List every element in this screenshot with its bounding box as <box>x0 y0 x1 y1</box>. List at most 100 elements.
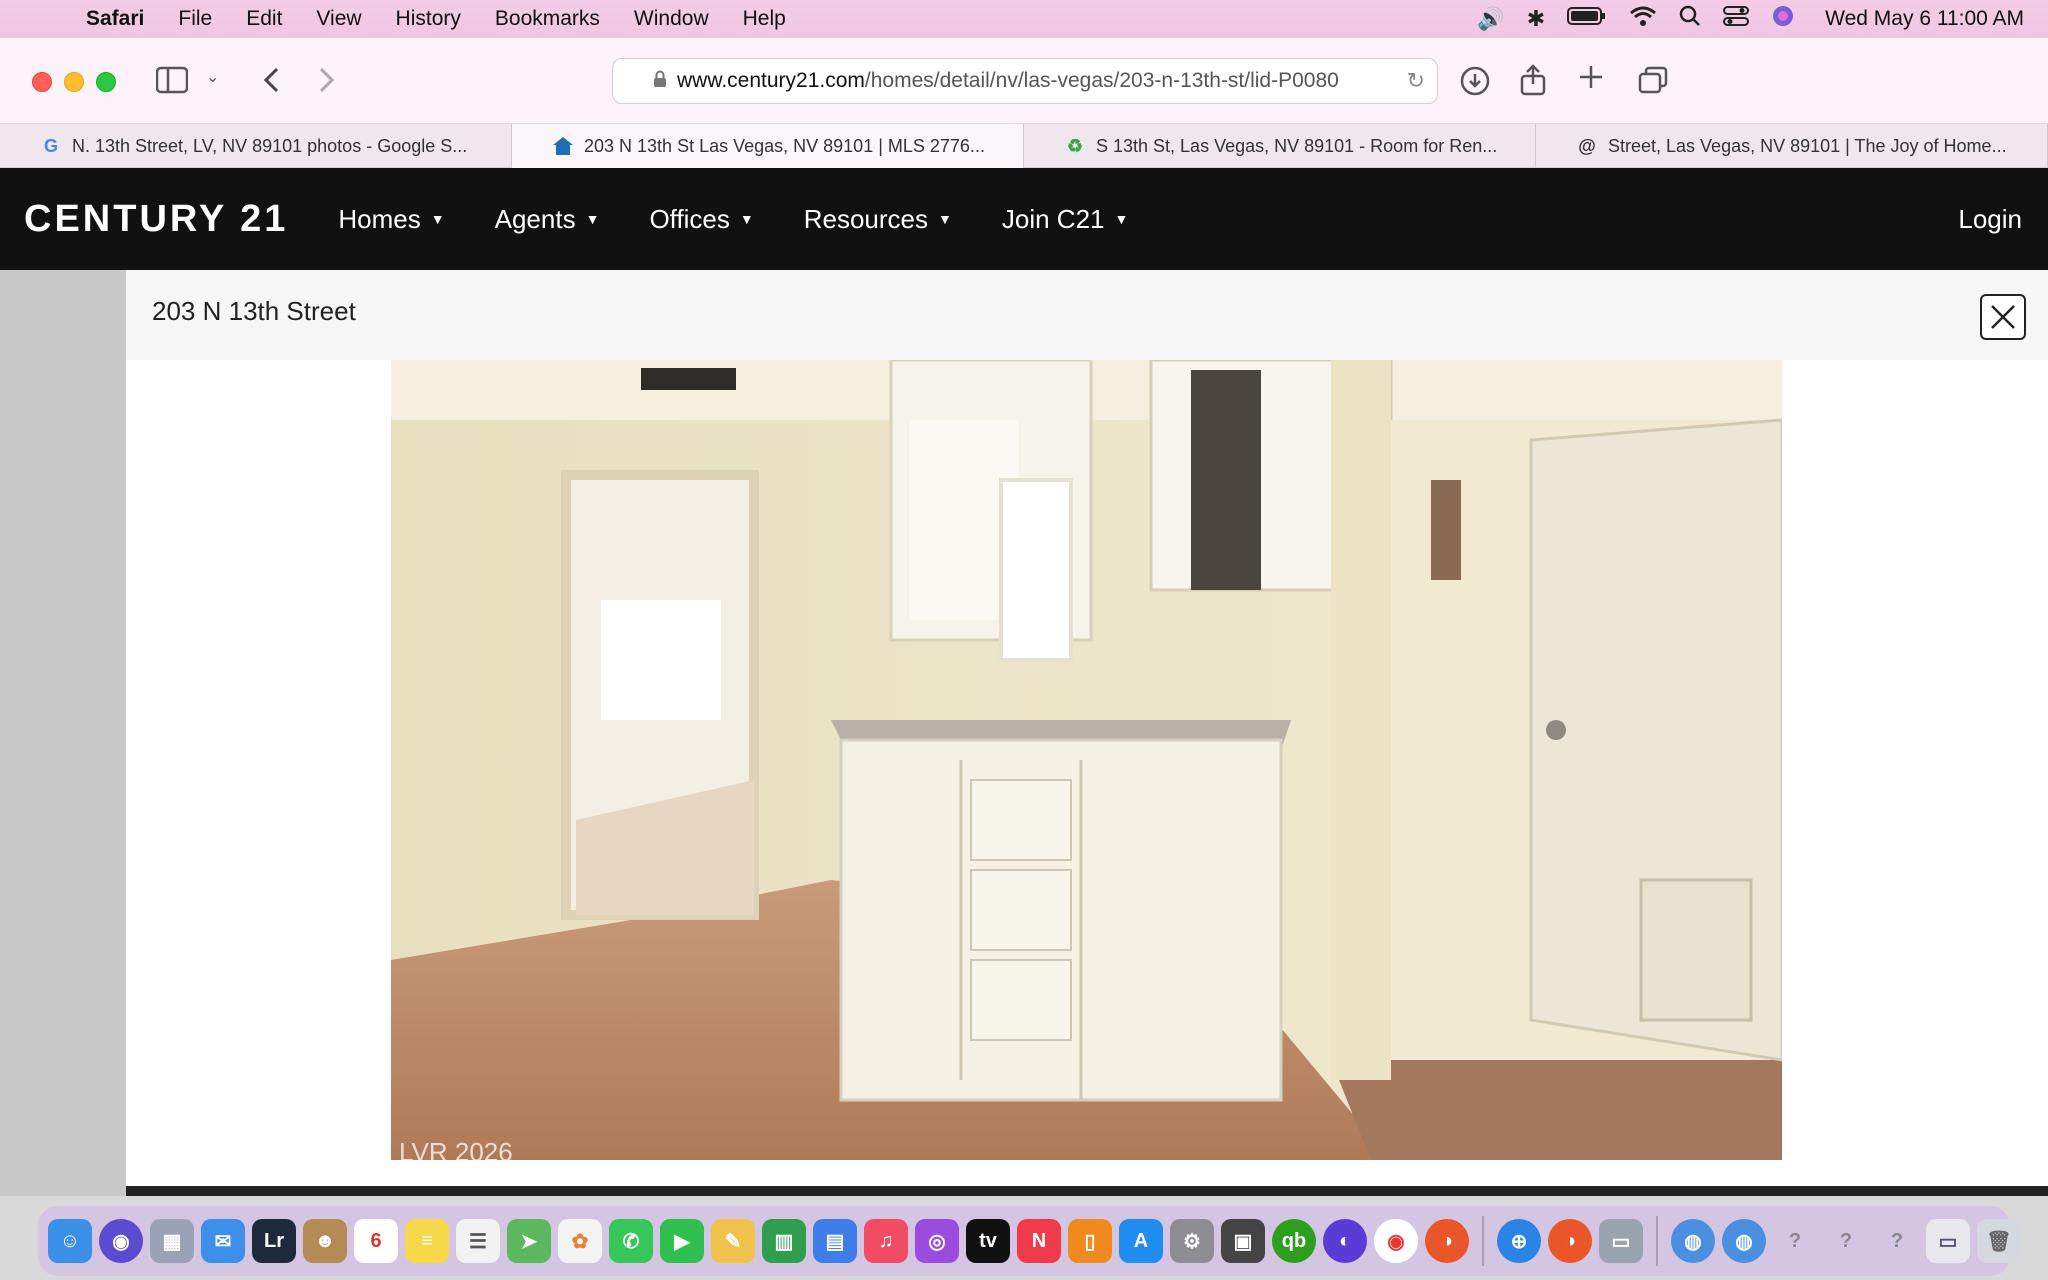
window-zoom-button[interactable] <box>96 72 116 92</box>
trash-icon[interactable]: 🗑 <box>1977 1219 2021 1263</box>
photo-watermark: LVR 2026 <box>399 1137 513 1160</box>
pages-icon[interactable]: ✎ <box>711 1219 755 1263</box>
image-capture-icon[interactable]: ▣ <box>1221 1219 1265 1263</box>
photos-icon[interactable]: ✿ <box>558 1219 602 1263</box>
window-minimize-button[interactable] <box>64 72 84 92</box>
firefox-secondary-icon[interactable]: ◑ <box>1548 1219 1592 1263</box>
chevron-down-icon[interactable]: ⌄ <box>206 70 219 86</box>
bluetooth-icon[interactable]: ✱ <box>1527 6 1545 32</box>
notes-icon[interactable]: ≡ <box>405 1219 449 1263</box>
chrome-icon[interactable]: ◉ <box>1374 1219 1418 1263</box>
quickbooks-icon[interactable]: qb <box>1272 1219 1316 1263</box>
caret-down-icon: ▼ <box>739 211 754 227</box>
podcasts-icon[interactable]: ◎ <box>915 1219 959 1263</box>
document-stack-icon[interactable]: ▭ <box>1926 1219 1970 1263</box>
reload-icon[interactable]: ↻ <box>1407 68 1425 94</box>
share-icon[interactable] <box>1520 64 1546 101</box>
messages-icon[interactable]: ✆ <box>609 1219 653 1263</box>
menu-app-name[interactable]: Safari <box>70 7 161 31</box>
app-store-icon[interactable]: A <box>1119 1219 1163 1263</box>
century21-logo[interactable]: CENTURY 21 <box>24 198 288 241</box>
siri-icon[interactable] <box>1771 4 1795 34</box>
spotlight-search-icon[interactable] <box>1679 5 1701 33</box>
music-icon[interactable]: ♫ <box>864 1219 908 1263</box>
tab-room-for-rent[interactable]: ♻ S 13th St, Las Vegas, NV 89101 - Room … <box>1024 124 1536 168</box>
globe-icon[interactable]: ◍ <box>1722 1219 1766 1263</box>
firefox-icon[interactable]: ◑ <box>1425 1219 1469 1263</box>
modal-backdrop <box>0 270 126 1196</box>
login-link[interactable]: Login <box>1958 204 2022 235</box>
window-close-button[interactable] <box>32 72 52 92</box>
volume-icon[interactable]: 🔊 <box>1477 6 1504 32</box>
safari-icon[interactable]: ⊕ <box>1497 1219 1541 1263</box>
recycle-icon: ♻ <box>1066 135 1084 156</box>
sidebar-toggle-icon[interactable] <box>155 66 189 99</box>
modal-footer-bar <box>126 1186 2048 1196</box>
menu-bookmarks[interactable]: Bookmarks <box>478 7 617 31</box>
menu-history[interactable]: History <box>379 7 478 31</box>
launchpad-icon[interactable]: ▦ <box>150 1219 194 1263</box>
menu-edit[interactable]: Edit <box>229 7 299 31</box>
listing-photo[interactable]: LVR 2026 <box>391 360 1782 1160</box>
finder-icon[interactable]: ☺ <box>48 1219 92 1263</box>
globe-icon[interactable]: ◍ <box>1671 1219 1715 1263</box>
wifi-icon[interactable] <box>1629 5 1657 33</box>
lock-icon <box>653 70 667 93</box>
lightroom-icon[interactable]: Lr <box>252 1219 296 1263</box>
tab-label: S 13th St, Las Vegas, NV 89101 - Room fo… <box>1096 135 1498 156</box>
site-header: CENTURY 21 Homes ▼ Agents ▼ Offices ▼ Resou… <box>0 168 2048 270</box>
menu-window[interactable]: Window <box>617 7 726 31</box>
address-bar[interactable]: www.century21.com/homes/detail/nv/las-ve… <box>612 58 1438 104</box>
battery-icon[interactable] <box>1567 6 1607 32</box>
nav-homes[interactable]: Homes ▼ <box>338 204 444 235</box>
new-tab-icon[interactable] <box>1578 64 1604 95</box>
menu-help[interactable]: Help <box>726 7 803 31</box>
caret-down-icon: ▼ <box>938 211 952 227</box>
menu-clock[interactable]: Wed May 6 11:00 AM <box>1825 7 2024 31</box>
contacts-icon[interactable]: ☻ <box>303 1219 347 1263</box>
url-host: www.century21.com <box>677 69 865 92</box>
modal-header: 203 N 13th Street <box>126 270 2048 360</box>
mail-icon[interactable]: ✉ <box>201 1219 245 1263</box>
calendar-icon[interactable]: 6 <box>354 1219 398 1263</box>
back-arrow-icon[interactable] <box>262 66 280 99</box>
house-icon <box>552 135 574 157</box>
google-icon: G <box>43 135 58 156</box>
siri-app-icon[interactable]: ◉ <box>99 1219 143 1263</box>
forward-arrow-icon[interactable] <box>318 66 336 99</box>
nav-agents[interactable]: Agents ▼ <box>495 204 600 235</box>
firefox-developer-icon[interactable]: ◐ <box>1323 1219 1367 1263</box>
unknown-app-icon[interactable]: ? <box>1824 1219 1868 1263</box>
tab-label: N. 13th Street, LV, NV 89101 photos - Go… <box>72 135 468 156</box>
numbers-icon[interactable]: ▥ <box>762 1219 806 1263</box>
caret-down-icon: ▼ <box>585 211 600 227</box>
unknown-app-icon[interactable]: ? <box>1773 1219 1817 1263</box>
tab-century21-listing[interactable]: 203 N 13th St Las Vegas, NV 89101 | MLS … <box>512 124 1024 168</box>
reminders-icon[interactable]: ☰ <box>456 1219 500 1263</box>
nav-offices[interactable]: Offices ▼ <box>649 204 753 235</box>
nav-resources[interactable]: Resources ▼ <box>804 204 952 235</box>
tab-joy-of-home[interactable]: @ Street, Las Vegas, NV 89101 | The Joy … <box>1536 124 2048 168</box>
downloads-icon[interactable] <box>1460 66 1490 101</box>
close-button[interactable] <box>1980 294 2026 340</box>
maps-icon[interactable]: ➤ <box>507 1219 551 1263</box>
news-icon[interactable]: N <box>1017 1219 1061 1263</box>
dock-separator <box>1482 1216 1484 1266</box>
books-icon[interactable]: ▯ <box>1068 1219 1112 1263</box>
system-preferences-icon[interactable]: ⚙ <box>1170 1219 1214 1263</box>
menu-file[interactable]: File <box>161 7 229 31</box>
unknown-app-icon[interactable]: ? <box>1875 1219 1919 1263</box>
modal-title: 203 N 13th Street <box>152 296 356 326</box>
caret-down-icon: ▼ <box>430 211 445 227</box>
macos-menu-bar: Safari File Edit View History Bookmarks … <box>0 0 2048 38</box>
tab-google-photos[interactable]: G N. 13th Street, LV, NV 89101 photos - … <box>0 124 512 168</box>
facetime-icon[interactable]: ▶ <box>660 1219 704 1263</box>
photo-modal: 203 N 13th Street LVR 2026 <box>126 270 2048 1186</box>
apple-tv-icon[interactable]: tv <box>966 1219 1010 1263</box>
menu-view[interactable]: View <box>299 7 378 31</box>
preview-icon[interactable]: ▭ <box>1599 1219 1643 1263</box>
nav-join-c21[interactable]: Join C21 ▼ <box>1002 204 1128 235</box>
tab-overview-icon[interactable] <box>1638 66 1668 99</box>
keynote-icon[interactable]: ▤ <box>813 1219 857 1263</box>
control-center-icon[interactable] <box>1723 5 1750 33</box>
